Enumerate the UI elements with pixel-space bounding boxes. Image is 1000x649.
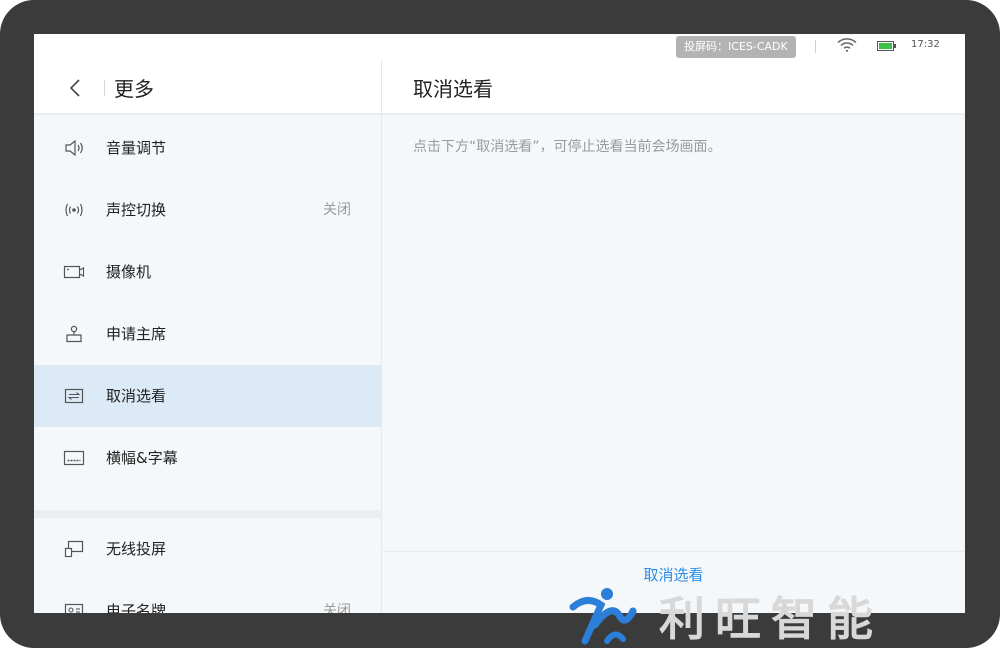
battery-icon <box>877 41 896 51</box>
speaker-icon <box>65 139 83 157</box>
left-title: 更多 <box>114 77 154 101</box>
screen: 投屏码：ICES-CADK 17:32 更多 音量调节 声控切换 关闭 摄像机 … <box>34 34 965 613</box>
menu-item-label: 摄像机 <box>106 263 152 281</box>
clock: 17:32 <box>911 39 940 50</box>
brand-logo-icon <box>569 588 637 645</box>
chair-apply-icon <box>66 325 82 343</box>
status-bar: 投屏码：ICES-CADK 17:32 <box>34 34 965 60</box>
right-header: 取消选看 <box>382 60 965 115</box>
subtitle-icon <box>63 450 85 466</box>
watermark-text: 利旺智能 <box>659 592 883 646</box>
left-header: 更多 <box>34 60 381 115</box>
menu-item-volume[interactable]: 音量调节 <box>34 117 381 179</box>
camera-icon <box>63 265 85 279</box>
menu-item-label: 横幅&字幕 <box>106 449 178 467</box>
watermark: 利旺智能 <box>567 583 992 648</box>
back-arrow-icon[interactable] <box>66 77 86 99</box>
menu-item-label: 无线投屏 <box>106 540 167 558</box>
menu-item-value: 关闭 <box>323 202 351 218</box>
switch-icon <box>64 388 84 404</box>
menu-item-wireless-cast[interactable]: 无线投屏 <box>34 518 381 580</box>
status-divider <box>815 40 816 53</box>
voice-signal-icon <box>65 203 83 217</box>
header-separator <box>104 80 105 96</box>
right-title: 取消选看 <box>413 77 493 101</box>
menu-item-apply-chair[interactable]: 申请主席 <box>34 303 381 365</box>
menu-item-label: 声控切换 <box>106 201 167 219</box>
right-pane: 取消选看 点击下方“取消选看”，可停止选看当前会场画面。 取消选看 <box>382 60 965 613</box>
menu-item-camera[interactable]: 摄像机 <box>34 241 381 303</box>
menu-item-name-card[interactable]: 电子名牌 关闭 <box>34 580 381 613</box>
menu-item-label: 申请主席 <box>106 325 167 343</box>
menu-item-label: 电子名牌 <box>106 602 167 613</box>
menu-item-label: 取消选看 <box>106 387 167 405</box>
menu-item-cancel-view[interactable]: 取消选看 <box>34 365 381 427</box>
right-description: 点击下方“取消选看”，可停止选看当前会场画面。 <box>413 139 722 155</box>
wireless-cast-icon <box>64 540 84 558</box>
name-card-icon <box>64 603 84 613</box>
menu-item-value: 关闭 <box>323 603 351 613</box>
cast-code-badge: 投屏码：ICES-CADK <box>676 36 796 58</box>
menu-item-label: 音量调节 <box>106 139 167 157</box>
menu-item-banner-subtitle[interactable]: 横幅&字幕 <box>34 427 381 489</box>
group-separator <box>34 510 381 518</box>
wifi-icon <box>837 38 857 52</box>
menu-item-voice-control[interactable]: 声控切换 关闭 <box>34 179 381 241</box>
left-pane: 更多 音量调节 声控切换 关闭 摄像机 申请主席 取消选看 横幅&字幕 无线投屏… <box>34 60 381 613</box>
